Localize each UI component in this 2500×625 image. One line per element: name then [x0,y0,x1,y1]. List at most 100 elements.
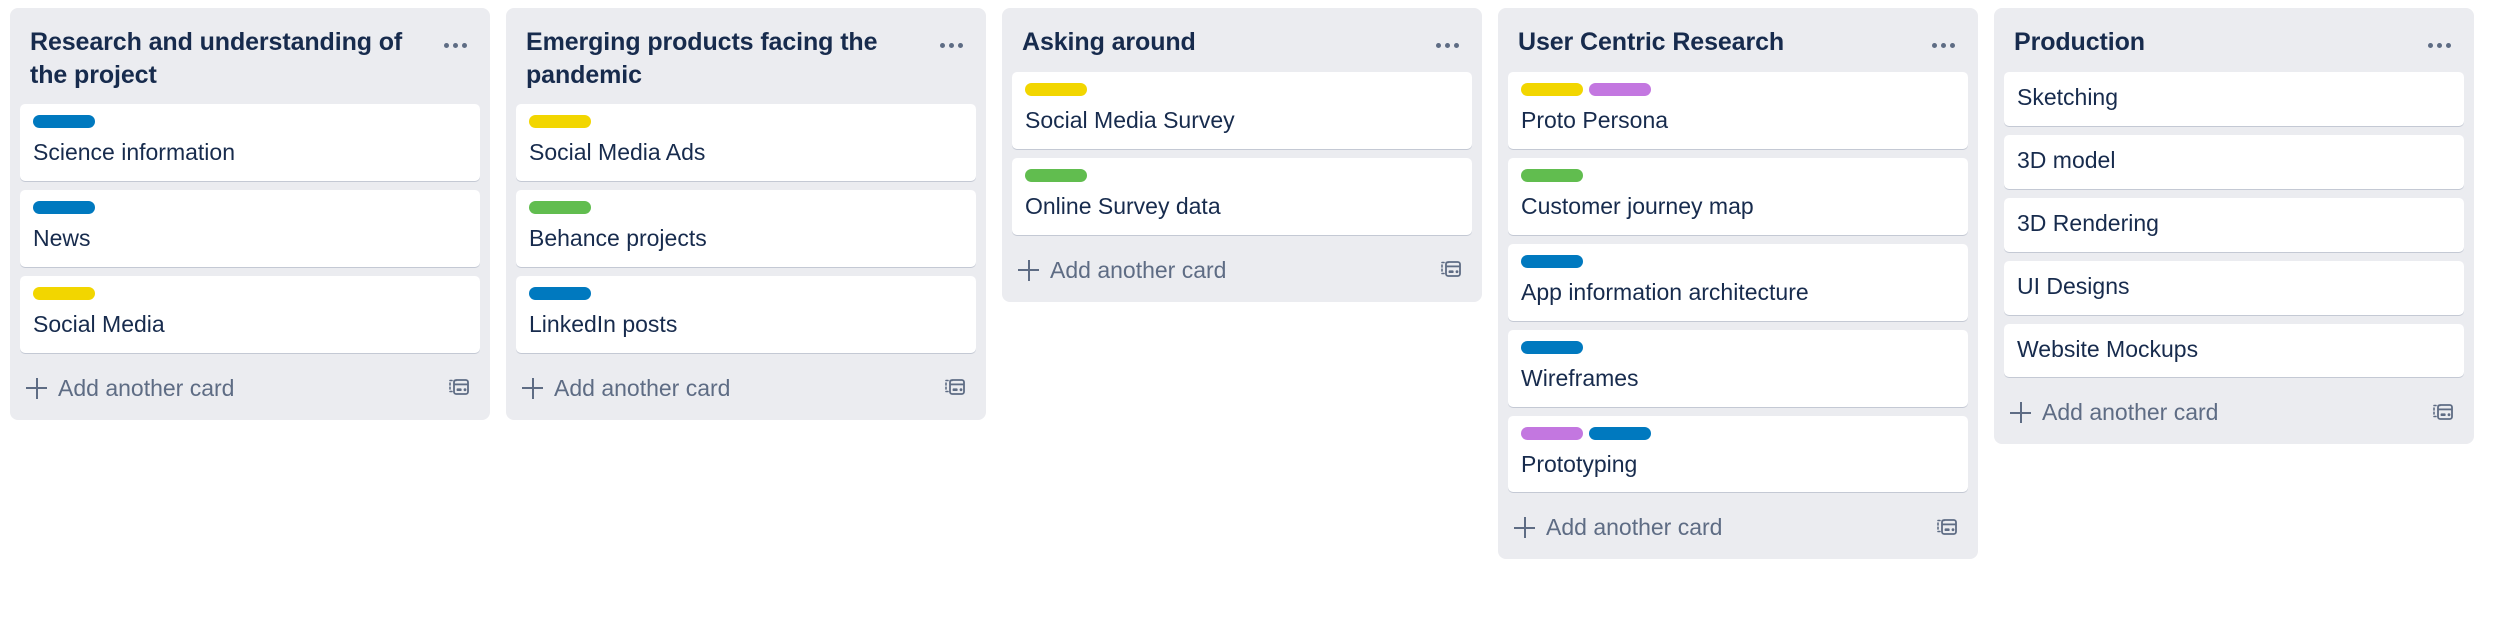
list-footer: Add another card [1002,241,1482,298]
list-column: Research and understanding of the projec… [10,8,490,420]
card[interactable]: Sketching [2004,72,2464,126]
label-pill-purple[interactable] [1589,83,1651,96]
card-title: Online Survey data [1025,192,1221,219]
card[interactable]: LinkedIn posts [516,275,976,353]
list-header: Research and understanding of the projec… [10,8,490,104]
list-actions-menu-icon[interactable] [934,30,968,60]
card-title: LinkedIn posts [529,310,678,337]
card-title: Wireframes [1521,364,1639,391]
card-title: Customer journey map [1521,192,1754,219]
card[interactable]: 3D Rendering [2004,197,2464,252]
label-pill-blue[interactable] [1589,426,1651,440]
card[interactable]: Proto Persona [1508,72,1968,149]
label-pill-blue[interactable] [33,115,95,128]
card-title: Social Media [33,310,165,337]
label-pill-yellow[interactable] [1521,83,1583,96]
list-title[interactable]: Emerging products facing the pandemic [526,26,924,92]
label-pill-blue[interactable] [529,286,591,300]
list-column: Emerging products facing the pandemic Soc… [506,8,986,420]
label-pill-green[interactable] [1025,168,1087,182]
card[interactable]: App information architecture [1508,243,1968,321]
list-title[interactable]: Asking around [1022,26,1420,59]
card[interactable]: Online Survey data [1012,157,1472,235]
list-header: User Centric Research [1498,8,1978,72]
card[interactable]: 3D model [2004,134,2464,189]
list-title[interactable]: Production [2014,26,2412,59]
list-column: User Centric Research Proto Persona Custom… [1498,8,1978,560]
card-template-icon[interactable] [1934,515,1960,541]
card-title: Proto Persona [1521,107,1669,133]
card-labels [1521,340,1955,354]
card-template-icon[interactable] [2430,400,2456,426]
list-header: Emerging products facing the pandemic [506,8,986,104]
plus-icon [1018,259,1039,281]
card[interactable]: Science information [20,104,480,181]
label-pill-blue[interactable] [1521,254,1583,268]
plus-icon [1514,517,1535,539]
list-actions-menu-icon[interactable] [1926,30,1960,60]
label-pill-yellow[interactable] [529,115,591,128]
list-footer: Add another card [506,359,986,416]
card-title: App information architecture [1521,278,1809,305]
card[interactable]: UI Designs [2004,260,2464,315]
add-another-card-label: Add another card [2042,399,2219,426]
add-another-card-button[interactable]: Add another card [522,375,730,402]
card-title: Prototyping [1521,450,1638,477]
label-pill-blue[interactable] [33,200,95,214]
card-template-icon[interactable] [1438,257,1464,283]
card-list: Social Media Ads Behance projects LinkedIn… [506,104,986,353]
add-another-card-label: Add another card [1050,256,1227,283]
card-labels [529,286,963,300]
card[interactable]: Behance projects [516,189,976,267]
card-title: Science information [33,139,235,165]
card[interactable]: Social Media [20,275,480,353]
list-footer: Add another card [10,359,490,416]
card-template-icon[interactable] [446,375,472,401]
card-labels [33,286,467,300]
add-another-card-button[interactable]: Add another card [1514,514,1722,541]
list-title[interactable]: User Centric Research [1518,26,1916,59]
card-list: Sketching 3D model 3D Rendering UI Designs W… [1994,72,2474,378]
add-another-card-button[interactable]: Add another card [26,375,234,402]
add-another-card-label: Add another card [554,374,731,401]
card[interactable]: Website Mockups [2004,323,2464,378]
label-pill-yellow[interactable] [33,286,95,300]
card-title: Social Media Ads [529,139,706,165]
card-title: News [33,224,91,251]
add-another-card-label: Add another card [1546,514,1723,541]
list-actions-menu-icon[interactable] [438,30,472,60]
card-title: 3D model [2017,146,2116,173]
label-pill-yellow[interactable] [1025,83,1087,96]
card-title: UI Designs [2017,272,2130,299]
add-another-card-label: Add another card [58,374,235,401]
plus-icon [26,377,47,399]
card-labels [529,200,963,214]
card-title: Social Media Survey [1025,107,1235,133]
card[interactable]: News [20,189,480,267]
add-another-card-button[interactable]: Add another card [1018,257,1226,284]
list-actions-menu-icon[interactable] [2422,30,2456,60]
card[interactable]: Customer journey map [1508,157,1968,235]
list-actions-menu-icon[interactable] [1430,30,1464,60]
label-pill-blue[interactable] [1521,340,1583,354]
card[interactable]: Prototyping [1508,415,1968,493]
card-labels [1521,168,1955,182]
list-header: Production [1994,8,2474,72]
card-labels [1521,254,1955,268]
card-template-icon[interactable] [942,375,968,401]
label-pill-green[interactable] [1521,168,1583,182]
card-labels [1025,168,1459,182]
card[interactable]: Social Media Survey [1012,72,1472,149]
list-footer: Add another card [1994,383,2474,440]
label-pill-green[interactable] [529,200,591,214]
card[interactable]: Social Media Ads [516,104,976,181]
card-labels [529,115,963,128]
card[interactable]: Wireframes [1508,329,1968,407]
card-list: Social Media Survey Online Survey data [1002,72,1482,235]
add-another-card-button[interactable]: Add another card [2010,399,2218,426]
plus-icon [2010,402,2031,424]
label-pill-purple[interactable] [1521,426,1583,440]
list-column: Asking around Social Media Survey Online S… [1002,8,1482,302]
list-title[interactable]: Research and understanding of the projec… [30,26,428,92]
card-title: 3D Rendering [2017,209,2159,236]
